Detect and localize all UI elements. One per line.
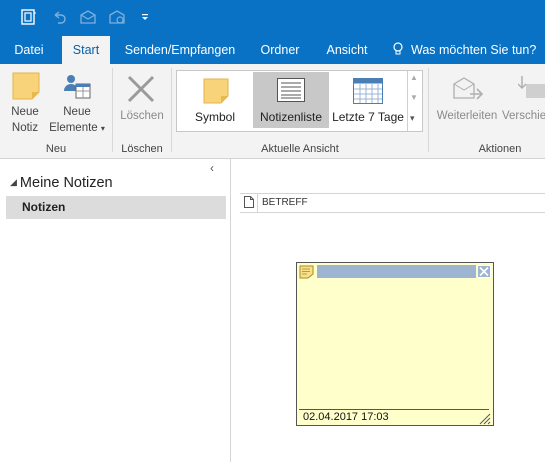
view-option-notes-list-label: Notizenliste xyxy=(259,110,323,124)
move-button[interactable]: Verschie xyxy=(502,68,545,140)
view-option-symbol[interactable]: Symbol xyxy=(179,72,251,128)
gallery-down-icon[interactable]: ▼ xyxy=(410,93,418,102)
folder-item-notes[interactable]: Notizen xyxy=(6,196,226,219)
forward-icon xyxy=(452,76,484,105)
gallery-more-icon[interactable]: ▾ xyxy=(410,113,415,124)
new-items-label-1: Neue xyxy=(63,106,91,118)
tab-start[interactable]: Start xyxy=(62,36,110,64)
my-notes-label: Meine Notizen xyxy=(19,175,113,191)
undo-icon[interactable] xyxy=(48,6,70,28)
lightbulb-icon xyxy=(393,36,407,64)
new-note-button[interactable]: Neue Notiz xyxy=(4,68,44,140)
new-items-label-2: Elemente ▾ xyxy=(49,122,105,134)
view-option-symbol-label: Symbol xyxy=(194,110,235,124)
new-items-button[interactable]: Neue Elemente ▾ xyxy=(46,68,108,140)
new-note-label-2: Notiz xyxy=(11,122,39,134)
group-divider xyxy=(171,68,172,152)
tab-folder[interactable]: Ordner xyxy=(252,36,308,64)
note-title-bar[interactable] xyxy=(317,265,476,278)
list-column-header: BETREFF xyxy=(240,193,545,213)
group-label-delete: Löschen xyxy=(121,143,163,155)
calendar-icon xyxy=(353,78,383,107)
group-divider xyxy=(428,68,429,152)
note-timestamp: 02.04.2017 17:03 xyxy=(303,411,389,423)
resize-grip-icon[interactable] xyxy=(479,413,491,428)
dropdown-arrow-icon: ▾ xyxy=(100,124,105,133)
note-close-icon[interactable] xyxy=(477,265,491,278)
tell-me-label: Was möchten Sie tun? xyxy=(411,43,537,57)
view-option-last-7-days-label: Letzte 7 Tage xyxy=(332,110,404,124)
group-label-actions: Aktionen xyxy=(478,143,522,155)
customize-quick-access-icon[interactable] xyxy=(134,6,156,28)
group-label-new: Neu xyxy=(45,143,67,155)
new-items-icon xyxy=(62,72,92,105)
tab-file[interactable]: Datei xyxy=(7,36,51,64)
ribbon-tabs: Datei Start Senden/Empfangen Ordner Ansi… xyxy=(0,36,545,64)
note-footer-line xyxy=(299,409,489,410)
forward-label: Weiterleiten xyxy=(436,110,498,122)
outlook-app-icon[interactable] xyxy=(18,6,40,28)
send-receive-icon[interactable] xyxy=(77,6,99,28)
move-label: Verschie xyxy=(502,110,545,122)
view-option-last-7-days[interactable]: Letzte 7 Tage xyxy=(331,72,405,128)
sticky-note-icon xyxy=(12,72,40,103)
my-notes-header[interactable]: ◢ Meine Notizen xyxy=(10,175,113,191)
gallery-up-icon[interactable]: ▲ xyxy=(410,73,418,82)
ribbon: Neue Notiz Neue Elemente ▾ Neu Löschen L… xyxy=(0,64,545,159)
forward-button[interactable]: Weiterleiten xyxy=(432,68,502,140)
update-folder-icon[interactable] xyxy=(106,6,128,28)
expand-triangle-icon: ◢ xyxy=(10,177,17,187)
list-view-icon xyxy=(277,78,305,105)
collapse-pane-icon[interactable]: ‹ xyxy=(210,161,214,175)
group-divider xyxy=(112,68,113,152)
note-menu-icon[interactable] xyxy=(299,265,314,282)
group-label-current-view: Aktuelle Ansicht xyxy=(261,143,339,155)
sticky-note-icon xyxy=(203,78,229,107)
view-option-notes-list[interactable]: Notizenliste xyxy=(253,72,329,128)
move-icon xyxy=(517,74,545,105)
tab-view[interactable]: Ansicht xyxy=(318,36,376,64)
column-divider xyxy=(257,194,258,212)
title-bar xyxy=(0,0,545,36)
delete-button[interactable]: Löschen xyxy=(116,68,168,140)
item-type-icon xyxy=(244,196,254,211)
tell-me-search[interactable]: Was möchten Sie tun? xyxy=(393,36,545,64)
sticky-note[interactable]: 02.04.2017 17:03 xyxy=(296,262,494,426)
delete-x-icon xyxy=(126,74,156,107)
folder-item-notes-label: Notizen xyxy=(22,200,66,214)
current-view-gallery: Symbol Notizenliste Letzte 7 Tage ▲ ▼ ▾ xyxy=(176,70,423,132)
column-subject[interactable]: BETREFF xyxy=(262,197,308,208)
folder-pane: ‹ ◢ Meine Notizen Notizen xyxy=(0,159,231,462)
gallery-scroll: ▲ ▼ ▾ xyxy=(407,71,422,131)
tab-send-receive[interactable]: Senden/Empfangen xyxy=(118,36,242,64)
new-note-label-1: Neue xyxy=(11,106,39,118)
delete-label: Löschen xyxy=(120,110,164,122)
